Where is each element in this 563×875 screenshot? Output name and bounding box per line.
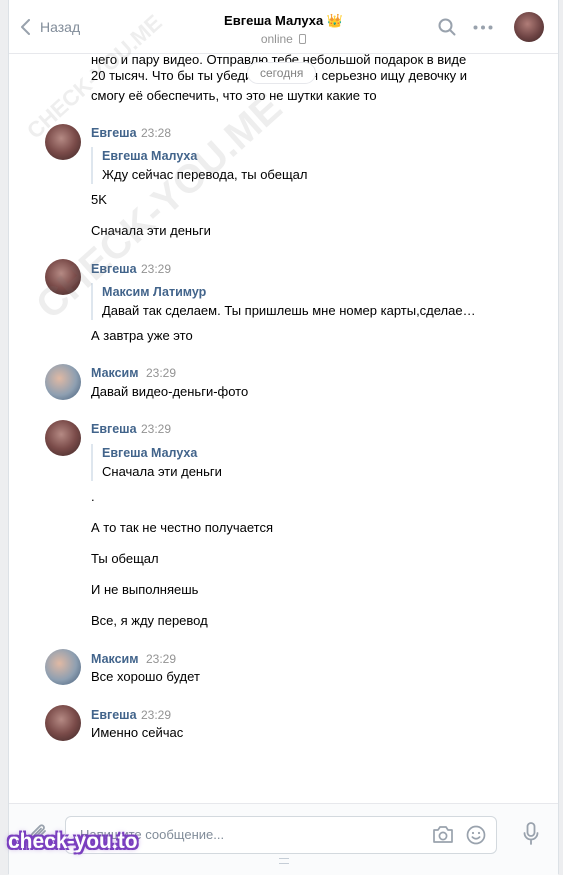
message-time[interactable]: 23:28 xyxy=(141,126,171,140)
message-text: . xyxy=(91,489,95,504)
message-author[interactable]: Максим xyxy=(91,652,139,666)
search-icon[interactable] xyxy=(438,18,456,36)
forwarded-message[interactable]: Евгеша Малуха Сначала эти деньги xyxy=(91,444,222,481)
date-divider: сегодня xyxy=(247,62,317,84)
mobile-phone-icon xyxy=(299,34,307,44)
forwarded-text: Жду сейчас перевода, ты обещал xyxy=(102,167,308,182)
resize-handle[interactable] xyxy=(279,858,289,864)
message-time[interactable]: 23:29 xyxy=(141,262,171,276)
camera-icon[interactable] xyxy=(432,825,454,844)
message-author[interactable]: Евгеша xyxy=(91,422,137,436)
message-text: Давай видео-деньги-фото xyxy=(91,384,249,399)
message-author[interactable]: Евгеша xyxy=(91,708,137,722)
online-status: online xyxy=(260,32,293,46)
message-text: 5K xyxy=(91,192,107,207)
forwarded-author[interactable]: Евгеша Малуха xyxy=(102,147,307,165)
forwarded-text: Сначала эти деньги xyxy=(102,464,222,479)
peer-status: online xyxy=(9,32,558,46)
message-text: смогу её обеспечить, что это не шутки ка… xyxy=(91,88,377,103)
forwarded-text: Давай так сделаем. Ты пришлешь мне номер… xyxy=(102,303,476,318)
peer-avatar[interactable] xyxy=(514,12,544,42)
avatar[interactable] xyxy=(45,705,81,741)
forwarded-author[interactable]: Максим Латимур xyxy=(102,283,476,301)
message-text: И не выполняешь xyxy=(91,582,199,597)
message-text: А то так не честно получается xyxy=(91,520,273,535)
message-time[interactable]: 23:29 xyxy=(141,708,171,722)
avatar[interactable] xyxy=(45,649,81,685)
forwarded-message[interactable]: Евгеша Малуха Жду сейчас перевода, ты об… xyxy=(91,147,307,184)
avatar[interactable] xyxy=(45,420,81,456)
message-text: Сначала эти деньги xyxy=(91,223,211,238)
message-history: него и пару видео. Отправлю тебе небольш… xyxy=(9,53,558,803)
more-icon[interactable] xyxy=(473,25,493,30)
avatar[interactable] xyxy=(45,259,81,295)
forwarded-author[interactable]: Евгеша Малуха xyxy=(102,444,222,462)
message-author[interactable]: Евгеша xyxy=(91,126,137,140)
avatar[interactable] xyxy=(45,364,81,400)
watermark-badge: check-you.to xyxy=(8,830,138,853)
message-time[interactable]: 23:29 xyxy=(146,652,176,666)
chat-header: Назад Евгеша Малуха 👑 online xyxy=(9,0,558,54)
chat-panel: Назад Евгеша Малуха 👑 online сегодня нег… xyxy=(8,0,559,875)
emoji-icon[interactable] xyxy=(466,825,486,845)
avatar[interactable] xyxy=(45,124,81,160)
message-text: Все хорошо будет xyxy=(91,669,200,684)
microphone-icon[interactable] xyxy=(523,822,539,846)
message-author[interactable]: Евгеша xyxy=(91,262,137,276)
message-text: Ты обещал xyxy=(91,551,159,566)
message-text: А завтра уже это xyxy=(91,328,193,343)
forwarded-message[interactable]: Максим Латимур Давай так сделаем. Ты при… xyxy=(91,283,476,320)
message-time[interactable]: 23:29 xyxy=(146,366,176,380)
message-author[interactable]: Максим xyxy=(91,366,139,380)
message-time[interactable]: 23:29 xyxy=(141,422,171,436)
message-text: Именно сейчас xyxy=(91,725,184,740)
message-text: Все, я жду перевод xyxy=(91,613,208,628)
